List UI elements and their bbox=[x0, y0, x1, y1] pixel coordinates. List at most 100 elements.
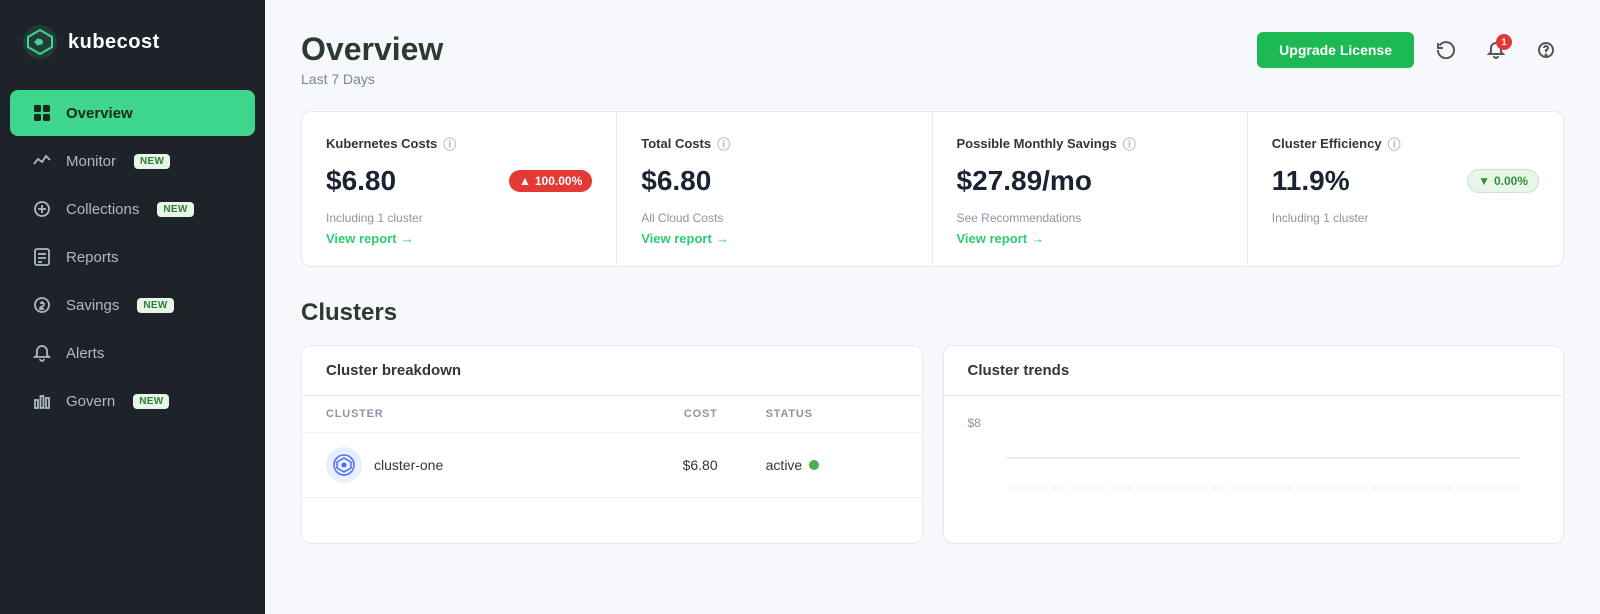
sidebar-item-monitor-label: Monitor bbox=[66, 153, 116, 170]
sidebar-item-monitor[interactable]: Monitor New bbox=[10, 138, 255, 184]
efficiency-description: Including 1 cluster bbox=[1272, 211, 1539, 225]
savings-badge: New bbox=[137, 298, 173, 313]
efficiency-value-row: 11.9% ▼ 0.00% bbox=[1272, 165, 1539, 197]
metric-card-efficiency: Cluster Efficiency ⓘ 11.9% ▼ 0.00% Inclu… bbox=[1248, 112, 1563, 266]
clusters-grid: Cluster breakdown CLUSTER COST STATUS bbox=[301, 345, 1564, 544]
help-button[interactable] bbox=[1528, 32, 1564, 68]
kubecost-logo-icon bbox=[22, 24, 58, 60]
metric-cards: Kubernetes Costs ⓘ $6.80 ▲ 100.00% Inclu… bbox=[301, 111, 1564, 267]
cluster-trends-body: $8 bbox=[944, 396, 1564, 543]
kubernetes-costs-value-row: $6.80 ▲ 100.00% bbox=[326, 165, 592, 197]
trends-chart bbox=[968, 438, 1540, 518]
cluster-trends-card: Cluster trends $8 bbox=[943, 345, 1565, 544]
metric-card-savings: Possible Monthly Savings ⓘ $27.89/mo See… bbox=[933, 112, 1248, 266]
clusters-section-title: Clusters bbox=[301, 299, 1564, 327]
main-content: Overview Last 7 Days Upgrade License 1 K… bbox=[265, 0, 1600, 614]
header-actions: Upgrade License 1 bbox=[1257, 32, 1564, 68]
refresh-button[interactable] bbox=[1428, 32, 1464, 68]
arrow-right-icon: → bbox=[1031, 231, 1044, 246]
sidebar: kubecost Overview Monitor New Collection… bbox=[0, 0, 265, 614]
sidebar-item-govern[interactable]: Govern New bbox=[10, 378, 255, 424]
sidebar-nav: Overview Monitor New Collections New Rep… bbox=[0, 88, 265, 426]
bell-icon bbox=[32, 343, 52, 363]
chart-area: $8 bbox=[968, 416, 1540, 523]
reports-icon bbox=[32, 247, 52, 267]
savings-info-icon[interactable]: ⓘ bbox=[1123, 134, 1136, 153]
cluster-name: cluster-one bbox=[374, 457, 443, 473]
cluster-table: CLUSTER COST STATUS bbox=[302, 396, 922, 498]
savings-value-row: $27.89/mo bbox=[957, 165, 1223, 197]
metric-card-total: Total Costs ⓘ $6.80 All Cloud Costs View… bbox=[617, 112, 932, 266]
total-costs-label: Total Costs ⓘ bbox=[641, 134, 907, 153]
efficiency-value: 11.9% bbox=[1272, 165, 1350, 197]
cluster-name-cell: cluster-one bbox=[302, 433, 595, 498]
kubernetes-costs-description: Including 1 cluster bbox=[326, 211, 592, 225]
cluster-status-text: active bbox=[766, 457, 803, 473]
clusters-section: Clusters Cluster breakdown CLUSTER COST … bbox=[301, 299, 1564, 544]
sidebar-item-savings[interactable]: Savings New bbox=[10, 282, 255, 328]
savings-description: See Recommendations bbox=[957, 211, 1223, 225]
sidebar-item-reports-label: Reports bbox=[66, 249, 119, 266]
total-costs-description: All Cloud Costs bbox=[641, 211, 907, 225]
metric-card-kubernetes: Kubernetes Costs ⓘ $6.80 ▲ 100.00% Inclu… bbox=[302, 112, 617, 266]
sidebar-item-alerts-label: Alerts bbox=[66, 345, 104, 362]
page-subtitle: Last 7 Days bbox=[301, 71, 443, 87]
kubernetes-costs-badge: ▲ 100.00% bbox=[509, 170, 592, 192]
kubernetes-costs-link[interactable]: View report → bbox=[326, 231, 592, 246]
grid-icon bbox=[32, 103, 52, 123]
monitor-badge: New bbox=[134, 154, 170, 169]
cluster-status-cell: active bbox=[742, 433, 922, 498]
down-arrow-icon: ▼ bbox=[1478, 174, 1490, 188]
kubernetes-costs-label: Kubernetes Costs ⓘ bbox=[326, 134, 592, 153]
sidebar-item-reports[interactable]: Reports bbox=[10, 234, 255, 280]
cluster-trends-header: Cluster trends bbox=[944, 346, 1564, 396]
arrow-right-icon: → bbox=[716, 231, 729, 246]
sidebar-item-govern-label: Govern bbox=[66, 393, 115, 410]
refresh-icon bbox=[1437, 41, 1455, 59]
cluster-col-header: CLUSTER bbox=[302, 396, 595, 433]
cluster-breakdown-card: Cluster breakdown CLUSTER COST STATUS bbox=[301, 345, 923, 544]
arrow-right-icon: → bbox=[401, 231, 414, 246]
cost-col-header: COST bbox=[595, 396, 742, 433]
help-icon bbox=[1537, 41, 1555, 59]
page-header: Overview Last 7 Days Upgrade License 1 bbox=[301, 32, 1564, 87]
cluster-icon bbox=[326, 447, 362, 483]
savings-value: $27.89/mo bbox=[957, 165, 1092, 197]
efficiency-badge: ▼ 0.00% bbox=[1467, 169, 1539, 193]
total-costs-value-row: $6.80 bbox=[641, 165, 907, 197]
sidebar-item-savings-label: Savings bbox=[66, 297, 119, 314]
page-title: Overview bbox=[301, 32, 443, 67]
chart-y-label: $8 bbox=[968, 416, 1540, 430]
table-row: cluster-one $6.80 active bbox=[302, 433, 922, 498]
sidebar-item-overview-label: Overview bbox=[66, 105, 133, 122]
total-costs-value: $6.80 bbox=[641, 165, 711, 197]
collections-icon bbox=[32, 199, 52, 219]
logo: kubecost bbox=[0, 0, 265, 88]
savings-icon bbox=[32, 295, 52, 315]
up-arrow-icon: ▲ bbox=[519, 174, 531, 188]
kubernetes-costs-value: $6.80 bbox=[326, 165, 396, 197]
cluster-cost: $6.80 bbox=[595, 433, 742, 498]
total-costs-link[interactable]: View report → bbox=[641, 231, 907, 246]
govern-icon bbox=[32, 391, 52, 411]
savings-link[interactable]: View report → bbox=[957, 231, 1223, 246]
efficiency-info-icon[interactable]: ⓘ bbox=[1388, 134, 1401, 153]
logo-text: kubecost bbox=[68, 31, 160, 54]
sidebar-item-collections-label: Collections bbox=[66, 201, 139, 218]
total-costs-info-icon[interactable]: ⓘ bbox=[717, 134, 730, 153]
upgrade-license-button[interactable]: Upgrade License bbox=[1257, 32, 1414, 68]
sidebar-item-overview[interactable]: Overview bbox=[10, 90, 255, 136]
govern-badge: New bbox=[133, 394, 169, 409]
collections-badge: New bbox=[157, 202, 193, 217]
kubernetes-costs-info-icon[interactable]: ⓘ bbox=[443, 134, 456, 153]
monitor-icon bbox=[32, 151, 52, 171]
page-title-group: Overview Last 7 Days bbox=[301, 32, 443, 87]
cluster-breakdown-header: Cluster breakdown bbox=[302, 346, 922, 396]
savings-label: Possible Monthly Savings ⓘ bbox=[957, 134, 1223, 153]
sidebar-item-alerts[interactable]: Alerts bbox=[10, 330, 255, 376]
status-active-dot bbox=[809, 460, 819, 470]
status-col-header: STATUS bbox=[742, 396, 922, 433]
sidebar-item-collections[interactable]: Collections New bbox=[10, 186, 255, 232]
notifications-button[interactable]: 1 bbox=[1478, 32, 1514, 68]
notification-count: 1 bbox=[1496, 34, 1512, 50]
